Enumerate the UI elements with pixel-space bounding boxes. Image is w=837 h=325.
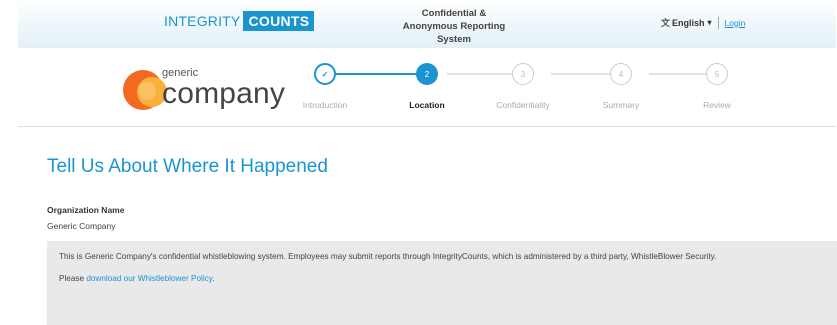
chevron-down-icon: ▾ xyxy=(707,18,712,27)
policy-suffix: . xyxy=(212,274,215,283)
page-title: Tell Us About Where It Happened xyxy=(47,156,328,177)
organization-name-value: Generic Company xyxy=(47,221,116,231)
policy-prefix: Please xyxy=(59,274,87,283)
language-selector[interactable]: 文 English ▾ Login xyxy=(661,16,745,29)
step-4-circle: 4 xyxy=(610,63,632,85)
divider xyxy=(717,16,719,29)
step-1-label: Introduction xyxy=(302,100,348,110)
notice-text: This is Generic Company's confidential w… xyxy=(59,252,717,261)
logo-integrity: INTEGRITY xyxy=(164,13,241,29)
brand-and-progress-bar: generic company ✓ 2 3 4 5 Introduction L… xyxy=(18,48,836,127)
step-1-checkmark-icon[interactable]: ✓ xyxy=(314,63,336,85)
step-3-label: Confidentiality xyxy=(496,100,550,110)
translate-icon: 文 xyxy=(661,18,671,28)
top-header: INTEGRITY COUNTS Confidential & Anonymou… xyxy=(18,0,836,48)
language-label: English xyxy=(672,17,705,28)
step-5-label: Review xyxy=(703,100,731,110)
step-2-circle[interactable]: 2 xyxy=(416,63,438,85)
logo-counts: COUNTS xyxy=(243,11,315,31)
policy-line: Please download our Whistleblower Policy… xyxy=(59,273,825,285)
download-policy-link[interactable]: download our Whistleblower Policy xyxy=(86,274,212,283)
step-connector xyxy=(333,73,425,75)
step-3-circle: 3 xyxy=(512,63,534,85)
step-2-label: Location xyxy=(409,100,445,110)
login-link[interactable]: Login xyxy=(725,18,746,28)
integrity-counts-logo[interactable]: INTEGRITY COUNTS xyxy=(164,10,315,32)
step-5-circle: 5 xyxy=(706,63,728,85)
organization-name-label: Organization Name xyxy=(47,205,125,215)
info-notice: This is Generic Company's confidential w… xyxy=(47,241,837,325)
system-title: Confidential & Anonymous Reporting Syste… xyxy=(402,8,506,45)
step-4-label: Summary xyxy=(602,100,640,110)
progress-steps: ✓ 2 3 4 5 Introduction Location Confiden… xyxy=(18,48,836,127)
